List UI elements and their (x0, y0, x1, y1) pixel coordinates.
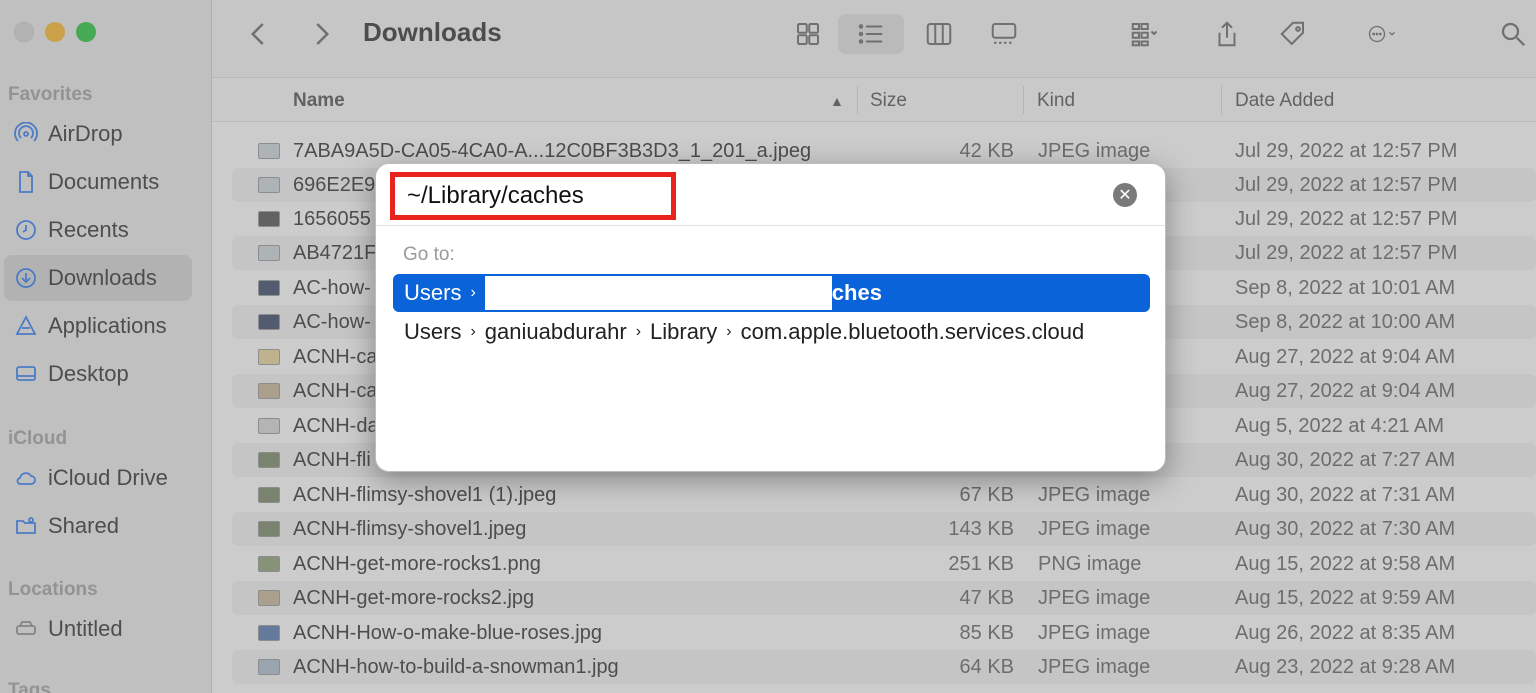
chevron-right-icon: › (470, 284, 476, 301)
chevron-right-icon: › (470, 323, 476, 340)
suggestion-item-selected[interactable]: Users › ches (393, 274, 1150, 312)
goto-label: Go to: (403, 244, 455, 265)
suggestion-item[interactable]: Users › ganiuabdurahr › Library › com.ap… (393, 313, 1150, 351)
go-to-folder-dialog: ✕ Go to: Users › ches Users › ganiuabdur… (375, 163, 1166, 472)
redacted-path (484, 276, 832, 310)
clear-button[interactable]: ✕ (1113, 183, 1137, 207)
path-segment: ches (831, 280, 882, 305)
divider (376, 225, 1165, 226)
path-segment: ganiuabdurahr (484, 319, 627, 344)
path-segment: Library (650, 319, 718, 344)
chevron-right-icon: › (726, 323, 732, 340)
path-segment: Users (404, 319, 462, 344)
path-input[interactable] (390, 172, 676, 220)
path-segment: com.apple.bluetooth.services.cloud (740, 319, 1085, 344)
close-icon: ✕ (1118, 187, 1132, 204)
path-segment: Users (404, 280, 462, 305)
chevron-right-icon: › (635, 323, 642, 340)
